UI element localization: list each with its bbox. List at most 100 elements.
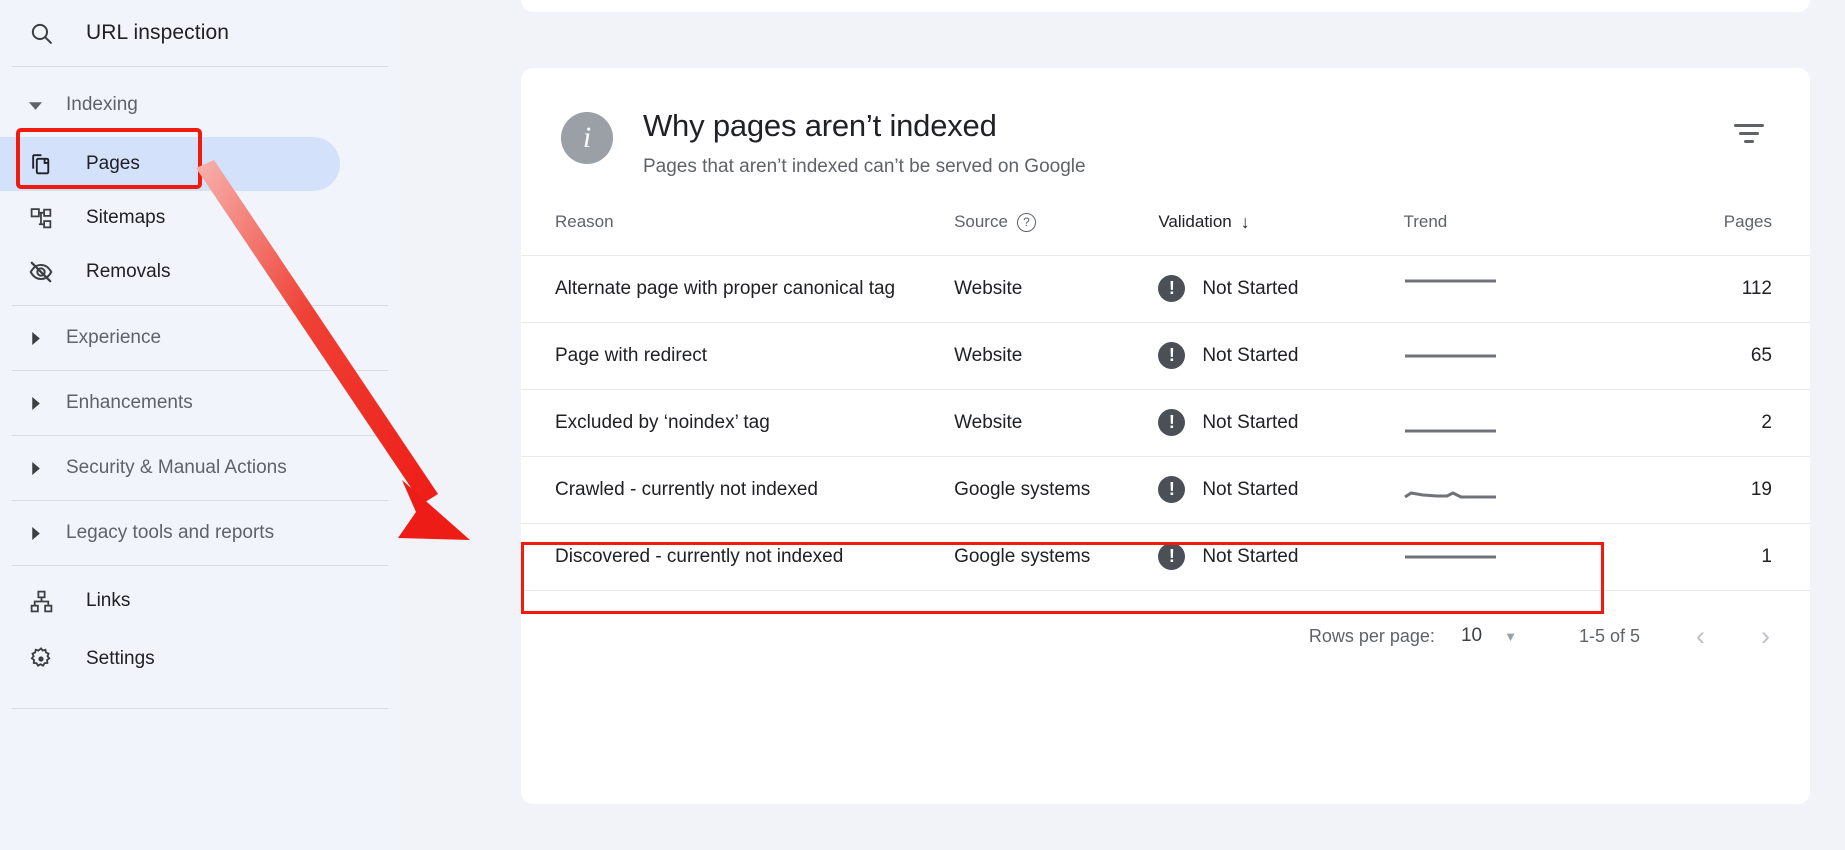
cell-trend [1403,322,1608,390]
removals-icon [24,259,58,285]
cell-pages: 65 [1607,322,1810,390]
cell-source: Google systems [954,456,1159,524]
cell-validation: ! Not Started [1158,322,1404,390]
cell-pages: 1 [1607,523,1810,591]
validation-status-label: Not Started [1202,545,1299,567]
rows-per-page-value[interactable]: 10 [1461,625,1482,647]
sidebar-group-label: Experience [66,327,162,348]
cell-reason: Discovered - currently not indexed [521,523,955,591]
trend-sparkline [1404,491,1497,499]
sidebar-item-label: Removals [86,261,171,282]
search-icon [24,21,58,46]
cell-trend [1403,389,1608,457]
sidebar-divider-7 [12,708,388,709]
cell-pages: 19 [1607,456,1810,524]
column-header-reason-label: Reason [555,212,614,232]
info-icon: i [561,112,613,164]
filter-icon[interactable] [1730,118,1768,148]
cell-trend [1403,523,1608,591]
sidebar-group-header-indexing[interactable]: Indexing [0,73,400,137]
sidebar-group-label: Enhancements [66,392,193,413]
card-header: i Why pages aren’t indexed Pages that ar… [521,68,1810,178]
sidebar-group-label: Indexing [66,94,138,115]
column-header-trend-label: Trend [1403,212,1448,232]
sidebar-item-label: Sitemaps [86,207,166,228]
why-pages-arent-indexed-card: i Why pages aren’t indexed Pages that ar… [521,68,1810,804]
table-header-row: Reason Source ? Validation ↓ Trend Pages [521,211,1810,256]
sidebar: URL inspection Indexing Pages Sitemaps R… [0,0,400,850]
cell-trend [1403,255,1608,323]
chevron-right-icon [24,526,46,540]
url-inspection-label: URL inspection [86,21,230,44]
sidebar-group-security-manual-actions[interactable]: Security & Manual Actions [0,436,400,500]
column-header-pages-label: Pages [1723,212,1772,232]
previous-card-sliver [521,0,1810,12]
validation-status-label: Not Started [1202,277,1299,299]
table-row[interactable]: Alternate page with proper canonical tag… [521,255,1810,323]
sidebar-item-settings[interactable]: Settings [0,630,400,688]
table-row[interactable]: Excluded by ‘noindex’ tag Website ! Not … [521,389,1810,457]
cell-source: Website [954,255,1159,323]
table-row[interactable]: Page with redirect Website ! Not Started… [521,322,1810,390]
chevron-right-icon [24,396,46,410]
trend-sparkline [1405,555,1497,559]
table-row[interactable]: Discovered - currently not indexed Googl… [521,523,1810,591]
sidebar-footer: Links Settings [0,566,400,694]
sidebar-group-experience[interactable]: Experience [0,306,400,370]
gear-icon [24,646,58,672]
cell-validation: ! Not Started [1158,523,1404,591]
chevron-left-icon[interactable]: ‹ [1696,622,1705,650]
exclamation-icon: ! [1158,543,1186,571]
cell-reason: Alternate page with proper canonical tag [521,255,955,323]
url-inspection-search[interactable]: URL inspection [0,0,400,66]
table-header: Reason Source ? Validation ↓ Trend Pages [521,211,1810,256]
links-icon [24,589,58,614]
cell-source: Website [954,389,1159,457]
rows-per-page-label: Rows per page: [1308,625,1435,646]
validation-status-label: Not Started [1202,478,1299,500]
exclamation-icon: ! [1158,275,1186,303]
cell-validation: ! Not Started [1158,389,1404,457]
column-header-trend[interactable]: Trend [1403,211,1608,256]
chevron-right-icon[interactable]: › [1761,622,1770,650]
column-header-source-label: Source [954,212,1008,232]
sidebar-group-label: Legacy tools and reports [66,522,275,543]
sidebar-item-sitemaps[interactable]: Sitemaps [0,191,400,245]
sidebar-group-label: Security & Manual Actions [66,457,287,478]
sidebar-item-label: Links [86,590,131,611]
sitemaps-icon [24,206,58,231]
pagination-range: 1-5 of 5 [1578,625,1640,646]
cell-reason: Excluded by ‘noindex’ tag [521,389,955,457]
cell-validation: ! Not Started [1158,456,1404,524]
table-body: Alternate page with proper canonical tag… [521,255,1810,591]
sidebar-item-links[interactable]: Links [0,572,400,630]
help-icon[interactable]: ? [1016,212,1036,232]
sidebar-item-pages[interactable]: Pages [0,137,340,191]
sort-descending-arrow-icon: ↓ [1240,211,1250,232]
table-row[interactable]: Crawled - currently not indexed Google s… [521,456,1810,524]
cell-pages: 2 [1607,389,1810,457]
column-header-source[interactable]: Source ? [954,211,1159,256]
chevron-down-icon[interactable]: ▼ [1504,629,1517,644]
column-header-validation-label: Validation [1158,212,1232,232]
validation-status-label: Not Started [1202,411,1299,433]
sidebar-group-indexing: Indexing Pages Sitemaps Removals [0,67,400,305]
chevron-right-icon [24,331,46,345]
trend-sparkline [1405,279,1497,283]
column-header-validation[interactable]: Validation ↓ [1158,211,1404,256]
pagination-bar: Rows per page: 10 ▼ 1-5 of 5 ‹ › [521,591,1810,650]
exclamation-icon: ! [1158,342,1186,370]
sidebar-item-label: Settings [86,648,155,669]
sidebar-group-enhancements[interactable]: Enhancements [0,371,400,435]
cell-pages: 112 [1607,255,1810,323]
cell-source: Google systems [954,523,1159,591]
page-title: Why pages aren’t indexed [643,108,997,143]
sidebar-item-removals[interactable]: Removals [0,245,400,299]
cell-trend [1403,456,1608,524]
pages-icon [24,152,58,177]
sidebar-item-label: Pages [86,153,140,174]
column-header-reason[interactable]: Reason [521,211,955,256]
column-header-pages[interactable]: Pages [1607,211,1810,256]
chevron-down-icon [24,99,46,112]
sidebar-group-legacy-tools[interactable]: Legacy tools and reports [0,501,400,565]
